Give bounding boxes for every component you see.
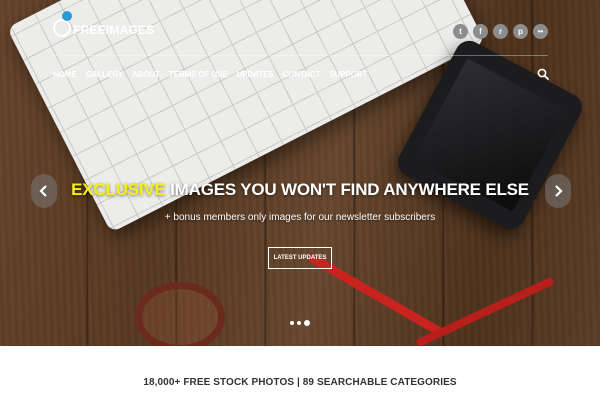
header-divider [52, 55, 548, 56]
logo-text: FREEIMAGES [73, 23, 155, 37]
nav-item-about[interactable]: ABOUT [132, 70, 160, 79]
facebook-icon[interactable]: f [473, 24, 488, 39]
logo-domain: .co.uk [155, 30, 167, 36]
hourglass-photo [135, 282, 225, 346]
nav-item-support[interactable]: SUPPORT [329, 70, 367, 79]
rss-icon[interactable]: r [493, 24, 508, 39]
slider-dot-active[interactable] [304, 320, 310, 326]
hero-headline-rest: IMAGES YOU WON'T FIND ANYWHERE ELSE [165, 180, 529, 199]
slider-dot[interactable] [290, 321, 294, 325]
twitter-icon[interactable]: t [453, 24, 468, 39]
stats-tagline: 18,000+ FREE STOCK PHOTOS | 89 SEARCHABL… [143, 377, 457, 388]
latest-updates-button[interactable]: LATEST UPDATES [268, 247, 332, 269]
slider-dots [290, 320, 310, 326]
nav-item-terms[interactable]: TERMS OF USE [169, 70, 228, 79]
main-nav: HOME GALLERY ABOUT TERMS OF USE UPDATES … [53, 70, 367, 79]
site-logo[interactable]: FREEIMAGES .co.uk [53, 11, 167, 37]
slider-dot[interactable] [297, 321, 301, 325]
nav-item-contact[interactable]: CONTACT [283, 70, 321, 79]
social-links: t f r p •• [453, 24, 548, 39]
nav-item-home[interactable]: HOME [53, 70, 77, 79]
hero-slider: FREEIMAGES .co.uk t f r p •• HOME GALLER… [0, 0, 600, 346]
flickr-icon[interactable]: •• [533, 24, 548, 39]
nav-item-updates[interactable]: UPDATES [237, 70, 274, 79]
hero-headline-accent: EXCLUSIVE [71, 180, 166, 199]
hero-headline: EXCLUSIVE IMAGES YOU WON'T FIND ANYWHERE… [0, 180, 600, 200]
pencil-photo-2 [415, 276, 555, 346]
logo-mark-icon [53, 11, 72, 37]
nav-item-gallery[interactable]: GALLERY [86, 70, 123, 79]
hero-subline: + bonus members only images for our news… [164, 212, 436, 223]
search-icon[interactable] [537, 68, 549, 80]
pinterest-icon[interactable]: p [513, 24, 528, 39]
